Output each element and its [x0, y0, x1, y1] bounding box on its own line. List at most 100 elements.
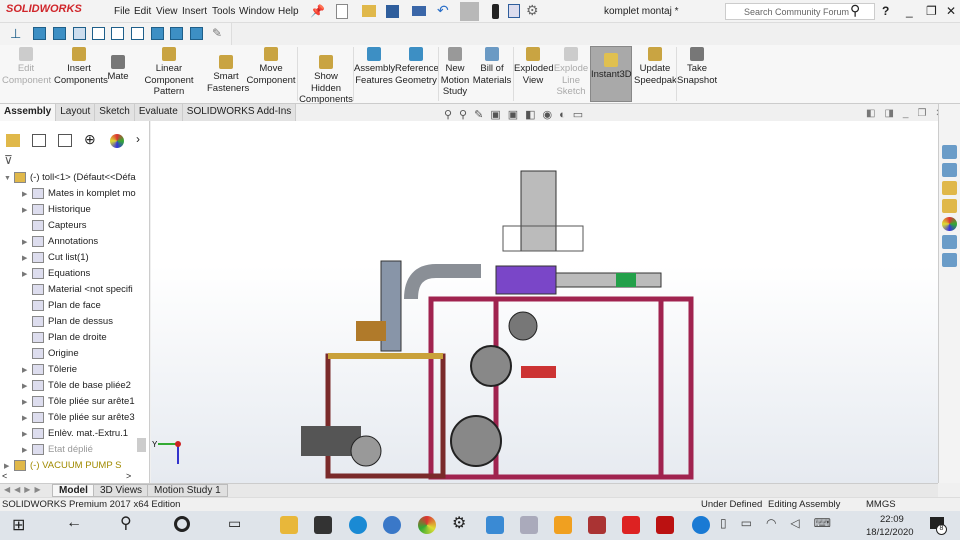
tab-addins[interactable]: SOLIDWORKS Add-Ins — [182, 104, 297, 121]
cortana-icon[interactable] — [174, 516, 190, 532]
normal-to-icon[interactable]: ⊥ — [10, 26, 21, 42]
view-bottom-icon[interactable] — [131, 27, 144, 40]
appearance-tab-icon[interactable] — [110, 134, 124, 148]
edge-icon[interactable] — [349, 516, 367, 534]
file-explorer-taskbar-icon[interactable] — [280, 516, 298, 534]
help-tray-icon[interactable] — [692, 516, 710, 534]
tree-scrollbar-thumb[interactable] — [137, 438, 146, 452]
design-library-icon[interactable] — [942, 199, 957, 213]
new-motion-study-button[interactable]: New Motion Study — [439, 47, 471, 98]
tree-item[interactable]: ▼ (-) toll<1> (Défaut<<Défa — [4, 172, 144, 188]
tab-motion-study[interactable]: Motion Study 1 — [147, 484, 228, 497]
feature-tree-tab-icon[interactable] — [6, 134, 20, 147]
expand-arrow-icon[interactable]: ▶ — [22, 270, 32, 278]
view-iso-icon[interactable] — [151, 27, 164, 40]
undo-icon[interactable]: ↶ — [437, 2, 449, 19]
options-gear-icon[interactable]: ⚙ — [526, 2, 539, 19]
expand-arrow-icon[interactable]: ▶ — [4, 462, 14, 470]
expand-arrow-icon[interactable]: ▶ — [22, 238, 32, 246]
menu-edit[interactable]: Edit — [134, 6, 151, 17]
expand-arrow-icon[interactable]: ▶ — [22, 190, 32, 198]
app-icon[interactable] — [520, 516, 538, 534]
tree-item[interactable]: ▶ (-) VACUUM PUMP S — [4, 460, 144, 476]
solidworks-taskbar-icon[interactable] — [622, 516, 640, 534]
view-dimetric-icon[interactable] — [190, 27, 203, 40]
tab-sketch[interactable]: Sketch — [95, 104, 135, 121]
tree-item[interactable]: Plan de droite — [22, 332, 162, 348]
update-speedpak-button[interactable]: Update Speedpak — [634, 47, 677, 86]
tab-3d-views[interactable]: 3D Views — [93, 484, 150, 497]
property-manager-tab-icon[interactable] — [32, 134, 46, 147]
custom-properties-icon[interactable] — [942, 235, 957, 249]
expand-arrow-icon[interactable]: ▶ — [22, 366, 32, 374]
windows-start-icon[interactable]: ⊞ — [12, 515, 25, 535]
clock-date[interactable]: 18/12/2020 — [866, 527, 914, 538]
tree-item[interactable]: Material <not specifi — [22, 284, 162, 300]
tree-item[interactable]: Capteurs — [22, 220, 162, 236]
exploded-view-button[interactable]: Exploded View — [514, 47, 554, 86]
take-snapshot-button[interactable]: Take Snapshot — [677, 47, 717, 86]
units-selector[interactable]: MMGS — [866, 499, 896, 510]
appearances-icon[interactable] — [942, 217, 957, 231]
task-view-icon[interactable]: ▭ — [228, 515, 241, 532]
solidworks-active-taskbar-icon[interactable] — [656, 516, 674, 534]
pin-icon[interactable]: 📌 — [310, 4, 325, 18]
heads-up-view-toolbar[interactable]: ⚲⚲✎▣▣◧◉◐▭ — [444, 108, 590, 121]
tree-item[interactable]: ▶ Tôle pliée sur arête1 — [22, 396, 162, 412]
tree-item[interactable]: Origine — [22, 348, 162, 364]
chrome-icon[interactable] — [418, 516, 436, 534]
tab-model[interactable]: Model — [52, 484, 95, 497]
browser-icon[interactable] — [383, 516, 401, 534]
edit-component-button[interactable]: Edit Component — [2, 47, 51, 86]
instant3d-button[interactable]: Instant3D — [590, 46, 632, 102]
settings-icon[interactable]: ⚙ — [452, 513, 466, 533]
forum-icon[interactable] — [942, 253, 957, 267]
tree-item[interactable]: ▶ Historique — [22, 204, 162, 220]
clock-time[interactable]: 22:09 — [880, 514, 904, 525]
insert-components-button[interactable]: Insert Components — [54, 47, 108, 86]
menu-file[interactable]: File — [114, 6, 130, 17]
app-icon-2[interactable] — [554, 516, 572, 534]
expand-arrow-icon[interactable]: ▶ — [22, 446, 32, 454]
save-icon[interactable] — [386, 5, 399, 18]
tree-item[interactable]: ▶ Mates in komplet mo — [22, 188, 162, 204]
view-front-icon[interactable] — [33, 27, 46, 40]
scroll-right-arrow[interactable]: > — [126, 471, 131, 481]
bill-of-materials-button[interactable]: Bill of Materials — [472, 47, 512, 86]
dimxpert-tab-icon[interactable]: ⊕ — [84, 131, 96, 148]
menu-help[interactable]: Help — [278, 6, 299, 17]
winrar-icon[interactable] — [588, 516, 606, 534]
filter-icon[interactable]: ⊽ — [4, 153, 13, 167]
tab-layout[interactable]: Layout — [56, 104, 96, 121]
view-left-icon[interactable] — [73, 27, 86, 40]
menu-insert[interactable]: Insert — [182, 6, 207, 17]
rebuild-icon[interactable] — [492, 4, 499, 19]
store-icon[interactable] — [314, 516, 332, 534]
close-button[interactable]: ✕ — [946, 4, 956, 18]
tree-item[interactable]: ▶ Tôle de base pliée2 — [22, 380, 162, 396]
smart-fasteners-button[interactable]: Smart Fasteners — [207, 55, 249, 94]
mate-button[interactable]: Mate — [106, 55, 130, 83]
select-icon[interactable] — [460, 2, 479, 21]
expand-arrow-icon[interactable]: ▶ — [22, 382, 32, 390]
graphics-viewport[interactable]: Y — [151, 121, 938, 483]
new-document-icon[interactable] — [336, 4, 348, 19]
tree-item[interactable]: ▶ Tôlerie — [22, 364, 162, 380]
section-view-icon[interactable]: ✎ — [212, 26, 222, 40]
explode-line-sketch-button[interactable]: Explode Line Sketch — [553, 47, 589, 98]
open-icon[interactable] — [362, 5, 376, 17]
solidworks-logo[interactable]: SOLIDWORKS — [6, 3, 82, 15]
expand-arrow-icon[interactable]: ▶ — [22, 206, 32, 214]
tree-item[interactable]: ▶ Cut list(1) — [22, 252, 162, 268]
menu-window[interactable]: Window — [239, 6, 275, 17]
configuration-tab-icon[interactable] — [58, 134, 72, 147]
view-right-icon[interactable] — [92, 27, 105, 40]
minimize-button[interactable]: _ — [906, 4, 913, 18]
linear-pattern-button[interactable]: Linear Component Pattern — [132, 47, 206, 98]
expand-arrow-icon[interactable]: ▼ — [4, 175, 14, 182]
search-icon[interactable]: ⚲ — [850, 2, 860, 19]
view-back-icon[interactable] — [53, 27, 66, 40]
print-icon[interactable] — [412, 6, 426, 16]
restore-button[interactable]: ❐ — [926, 4, 937, 18]
reference-geometry-button[interactable]: Reference Geometry — [395, 47, 439, 86]
